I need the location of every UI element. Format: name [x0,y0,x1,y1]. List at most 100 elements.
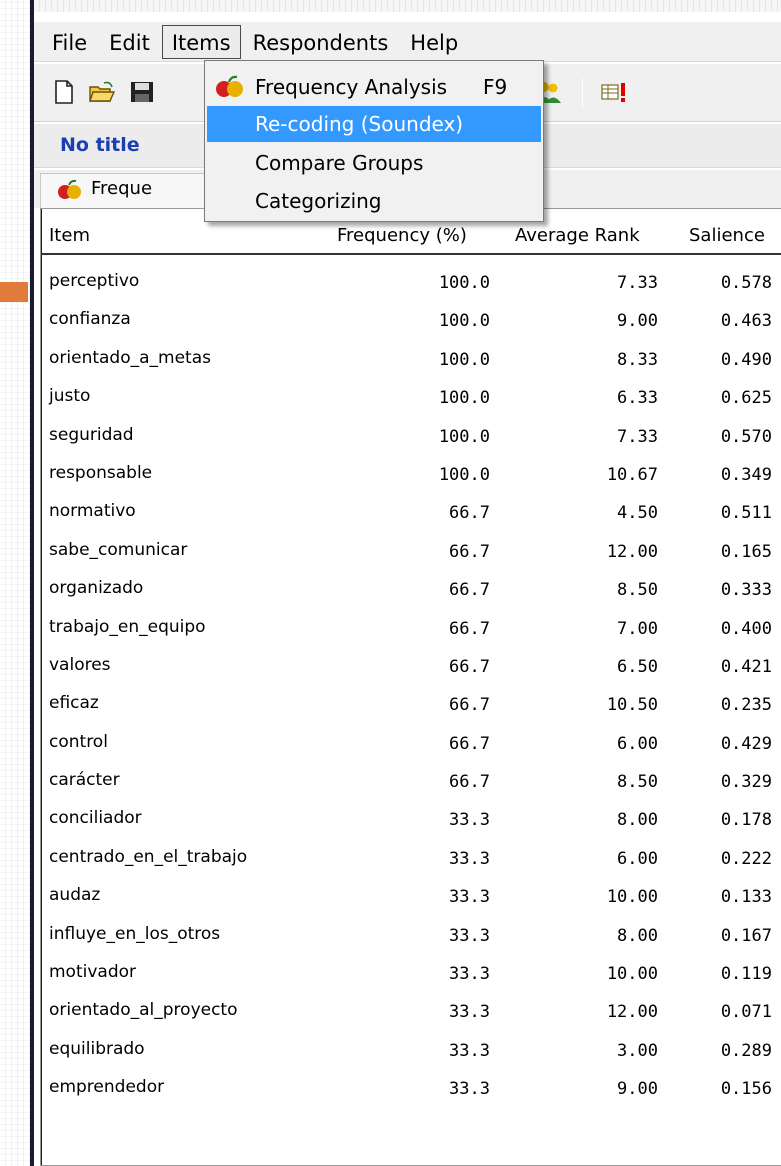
cell-average-rank: 8.00 [617,925,658,946]
table-row[interactable]: motivador 33.3 10.00 0.119 [41,956,781,994]
menu-item-label: Categorizing [255,189,382,213]
cell-item: equilibrado [49,1038,145,1059]
table-row[interactable]: influye_en_los_otros 33.3 8.00 0.167 [41,918,781,956]
new-document-icon[interactable] [50,79,78,105]
table-row[interactable]: sabe_comunicar 66.7 12.00 0.165 [41,534,781,572]
cell-item: responsable [49,462,153,483]
cell-item: valores [49,654,111,675]
cell-frequency: 100.0 [438,426,490,447]
cell-average-rank: 7.33 [617,426,658,447]
save-icon[interactable] [129,79,157,105]
cell-average-rank: 6.00 [617,733,658,754]
cell-item: audaz [49,885,101,906]
cell-average-rank: 8.50 [617,580,658,601]
cell-frequency: 100.0 [438,388,490,409]
cell-salience: 0.570 [720,426,772,447]
cell-frequency: 66.7 [449,618,490,639]
slide-background [0,0,30,1166]
cell-salience: 0.578 [720,273,772,293]
toolbar-separator [582,78,583,108]
column-header-item[interactable]: Item [49,225,90,246]
table-row[interactable]: orientado_al_proyecto 33.3 12.00 0.071 [41,994,781,1032]
menubar: File Edit Items Respondents Help [34,22,781,62]
cell-item: justo [49,386,91,407]
cell-frequency: 66.7 [449,656,490,677]
table-row[interactable]: justo 100.0 6.33 0.625 [41,380,781,418]
window-title-strip [34,0,781,12]
cell-item: orientado_al_proyecto [49,1000,238,1021]
menu-item-recoding-soundex[interactable]: Re-coding (Soundex) [207,106,541,142]
column-header-average-rank[interactable]: Average Rank [515,225,640,246]
table-row[interactable]: responsable 100.0 10.67 0.349 [41,457,781,495]
cell-frequency: 33.3 [449,1002,490,1023]
cell-frequency: 33.3 [449,1079,490,1100]
cell-item: organizado [49,578,144,599]
cell-frequency: 33.3 [449,925,490,946]
table-row[interactable]: normativo 66.7 4.50 0.511 [41,495,781,533]
cell-salience: 0.178 [720,810,772,831]
table-row[interactable]: eficaz 66.7 10.50 0.235 [41,687,781,725]
cell-item: conciliador [49,808,142,829]
table-row[interactable]: perceptivo 100.0 7.33 0.578 [41,265,781,303]
table-row[interactable]: audaz 33.3 10.00 0.133 [41,879,781,917]
cell-item: normativo [49,501,136,522]
table-row[interactable]: confianza 100.0 9.00 0.463 [41,303,781,341]
menu-item-compare-groups[interactable]: Compare Groups [207,145,541,181]
cell-average-rank: 4.50 [617,503,658,524]
cell-average-rank: 6.00 [617,848,658,869]
cell-frequency: 66.7 [449,695,490,716]
table-row[interactable]: emprendedor 33.3 9.00 0.156 [41,1071,781,1109]
table-row[interactable]: orientado_a_metas 100.0 8.33 0.490 [41,342,781,380]
menu-edit[interactable]: Edit [99,25,160,59]
tab-frequency[interactable]: Freque [40,173,230,208]
column-header-frequency[interactable]: Frequency (%) [337,225,467,246]
cell-item: trabajo_en_equipo [49,616,206,637]
menu-respondents[interactable]: Respondents [243,25,399,59]
cell-frequency: 100.0 [438,311,490,332]
table-row[interactable]: valores 66.7 6.50 0.421 [41,649,781,687]
cell-salience: 0.329 [720,772,772,793]
cell-item: centrado_en_el_trabajo [49,846,248,867]
menu-file[interactable]: File [42,25,97,59]
cell-average-rank: 9.00 [617,1079,658,1100]
table-row[interactable]: trabajo_en_equipo 66.7 7.00 0.400 [41,611,781,649]
table-row[interactable]: centrado_en_el_trabajo 33.3 6.00 0.222 [41,841,781,879]
cell-frequency: 66.7 [449,541,490,562]
cell-salience: 0.167 [720,925,772,946]
cell-salience: 0.421 [720,656,772,677]
cell-salience: 0.156 [720,1079,772,1100]
table-body: perceptivo 100.0 7.33 0.578 confianza 100.0 9.… [41,265,781,1110]
slide-bullet-marker [0,282,28,302]
cell-salience: 0.071 [720,1002,772,1023]
cell-frequency: 66.7 [449,503,490,524]
cell-salience: 0.400 [720,618,772,639]
column-header-salience[interactable]: Salience [689,225,765,246]
table-row[interactable]: carácter 66.7 8.50 0.329 [41,764,781,802]
table-row[interactable]: conciliador 33.3 8.00 0.178 [41,802,781,840]
cell-average-rank: 8.50 [617,772,658,793]
cell-average-rank: 12.00 [606,1002,658,1023]
cell-average-rank: 7.00 [617,618,658,639]
cell-average-rank: 9.00 [617,311,658,332]
table-row[interactable]: equilibrado 33.3 3.00 0.289 [41,1033,781,1071]
cell-average-rank: 8.33 [617,349,658,370]
table-row[interactable]: seguridad 100.0 7.33 0.570 [41,419,781,457]
document-title: No title [60,134,140,156]
open-folder-icon[interactable] [88,79,116,105]
cell-salience: 0.119 [720,964,772,985]
menu-item-label: Compare Groups [255,151,424,175]
menu-item-categorizing[interactable]: Categorizing [207,183,541,219]
table-alert-icon[interactable] [600,79,628,105]
table-row[interactable]: organizado 66.7 8.50 0.333 [41,572,781,610]
table-row[interactable]: control 66.7 6.00 0.429 [41,726,781,764]
tab-frequency-label: Freque [91,178,153,199]
cell-salience: 0.625 [720,388,772,409]
cell-frequency: 100.0 [438,464,490,485]
menu-items[interactable]: Items [161,24,241,59]
menu-item-frequency-analysis[interactable]: Frequency Analysis F9 [207,69,541,105]
cell-average-rank: 6.50 [617,656,658,677]
cell-frequency: 100.0 [438,273,490,293]
cell-average-rank: 7.33 [617,273,658,293]
menu-help[interactable]: Help [400,25,468,59]
cell-item: carácter [49,770,120,791]
